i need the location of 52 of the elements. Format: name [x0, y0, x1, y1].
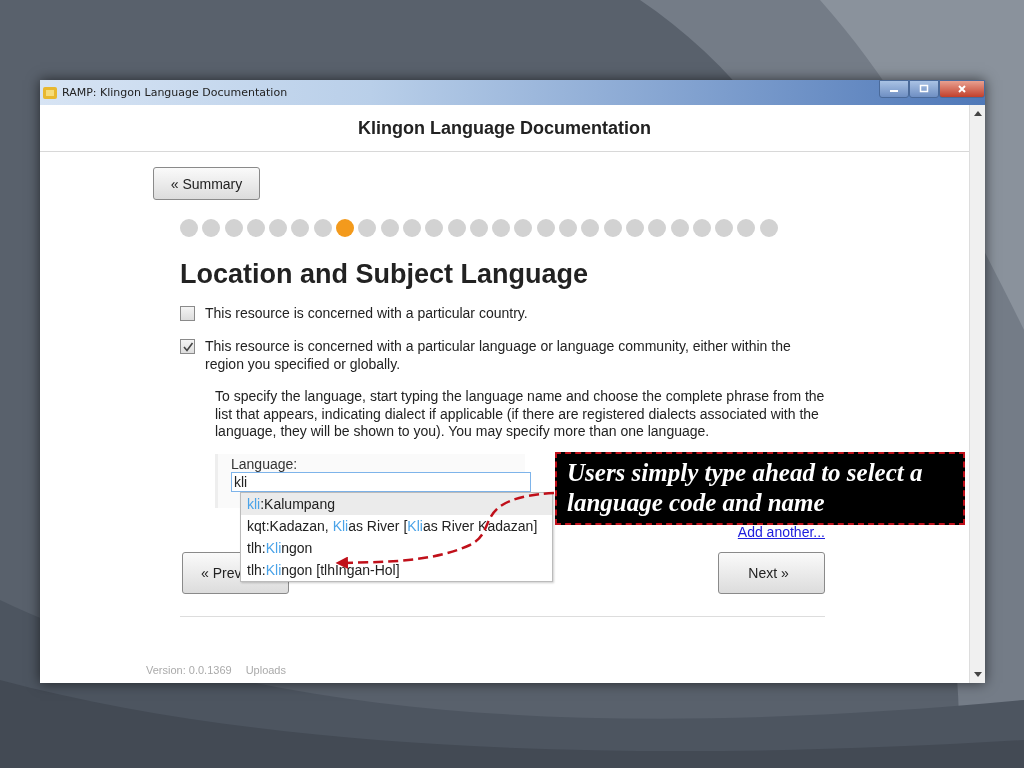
add-another-link[interactable]: Add another...: [737, 523, 825, 540]
progress-dot[interactable]: [336, 219, 355, 237]
page-title: Klingon Language Documentation: [358, 117, 651, 139]
checkbox-label: This resource is concerned with a particular country.: [205, 304, 528, 322]
section-heading: Location and Subject Language: [180, 259, 590, 290]
version-text: Version: 0.0.1369: [146, 664, 232, 676]
progress-dot[interactable]: [759, 219, 778, 237]
progress-dot[interactable]: [603, 219, 622, 237]
progress-dot[interactable]: [447, 219, 466, 237]
progress-dot[interactable]: [269, 219, 288, 237]
progress-dot[interactable]: [313, 219, 332, 237]
progress-dot[interactable]: [559, 219, 578, 237]
progress-dot[interactable]: [670, 219, 689, 237]
progress-dot[interactable]: [492, 219, 511, 237]
progress-dot[interactable]: [224, 219, 243, 237]
scroll-up-icon[interactable]: [973, 111, 982, 116]
suggestion-item[interactable]: kli:Kalumpang: [241, 492, 552, 515]
progress-dot[interactable]: [358, 219, 377, 237]
close-button[interactable]: [939, 80, 985, 98]
next-button[interactable]: Next »: [718, 551, 825, 594]
checkbox[interactable]: [180, 306, 195, 321]
summary-button[interactable]: « Summary: [153, 167, 260, 200]
progress-dot[interactable]: [380, 219, 399, 237]
maximize-icon: [919, 84, 929, 94]
progress-dot[interactable]: [715, 219, 734, 237]
scroll-down-icon[interactable]: [973, 672, 982, 677]
language-input[interactable]: kli: [231, 471, 531, 492]
progress-dot[interactable]: [425, 219, 444, 237]
progress-dot[interactable]: [291, 219, 310, 237]
instructions-text: To specify the language, start typing the language name and choose the complete phrase from the list that appears, indicating dialect if applicable (if there are registered dialects associated with the language, they will be shown to you). You may specify more than one language.: [215, 388, 825, 441]
progress-dot[interactable]: [202, 219, 221, 237]
progress-dot[interactable]: [246, 219, 265, 237]
progress-dot[interactable]: [692, 219, 711, 237]
window-title: RAMP: Klingon Language Documentation: [62, 86, 288, 99]
progress-dot[interactable]: [581, 219, 600, 237]
checkbox[interactable]: [180, 339, 195, 354]
progress-dot[interactable]: [737, 219, 756, 237]
close-icon: [957, 84, 967, 94]
maximize-button[interactable]: [909, 80, 939, 98]
progress-dot[interactable]: [469, 219, 488, 237]
progress-dot[interactable]: [402, 219, 421, 237]
checkbox-label: This resource is concerned with a particular language or language community, either within the region you specified or globally.: [205, 337, 792, 373]
app-icon: [42, 84, 58, 101]
minimize-button[interactable]: [879, 80, 909, 98]
field-label: Language:: [231, 455, 299, 472]
progress-dot[interactable]: [514, 219, 533, 237]
progress-dot[interactable]: [536, 219, 555, 237]
progress-dot[interactable]: [625, 219, 644, 237]
scrollbar[interactable]: [969, 105, 985, 683]
progress-dot[interactable]: [648, 219, 667, 237]
callout-text: Users simply type ahead to select a language code and name: [567, 458, 924, 518]
progress-dot[interactable]: [180, 219, 198, 237]
